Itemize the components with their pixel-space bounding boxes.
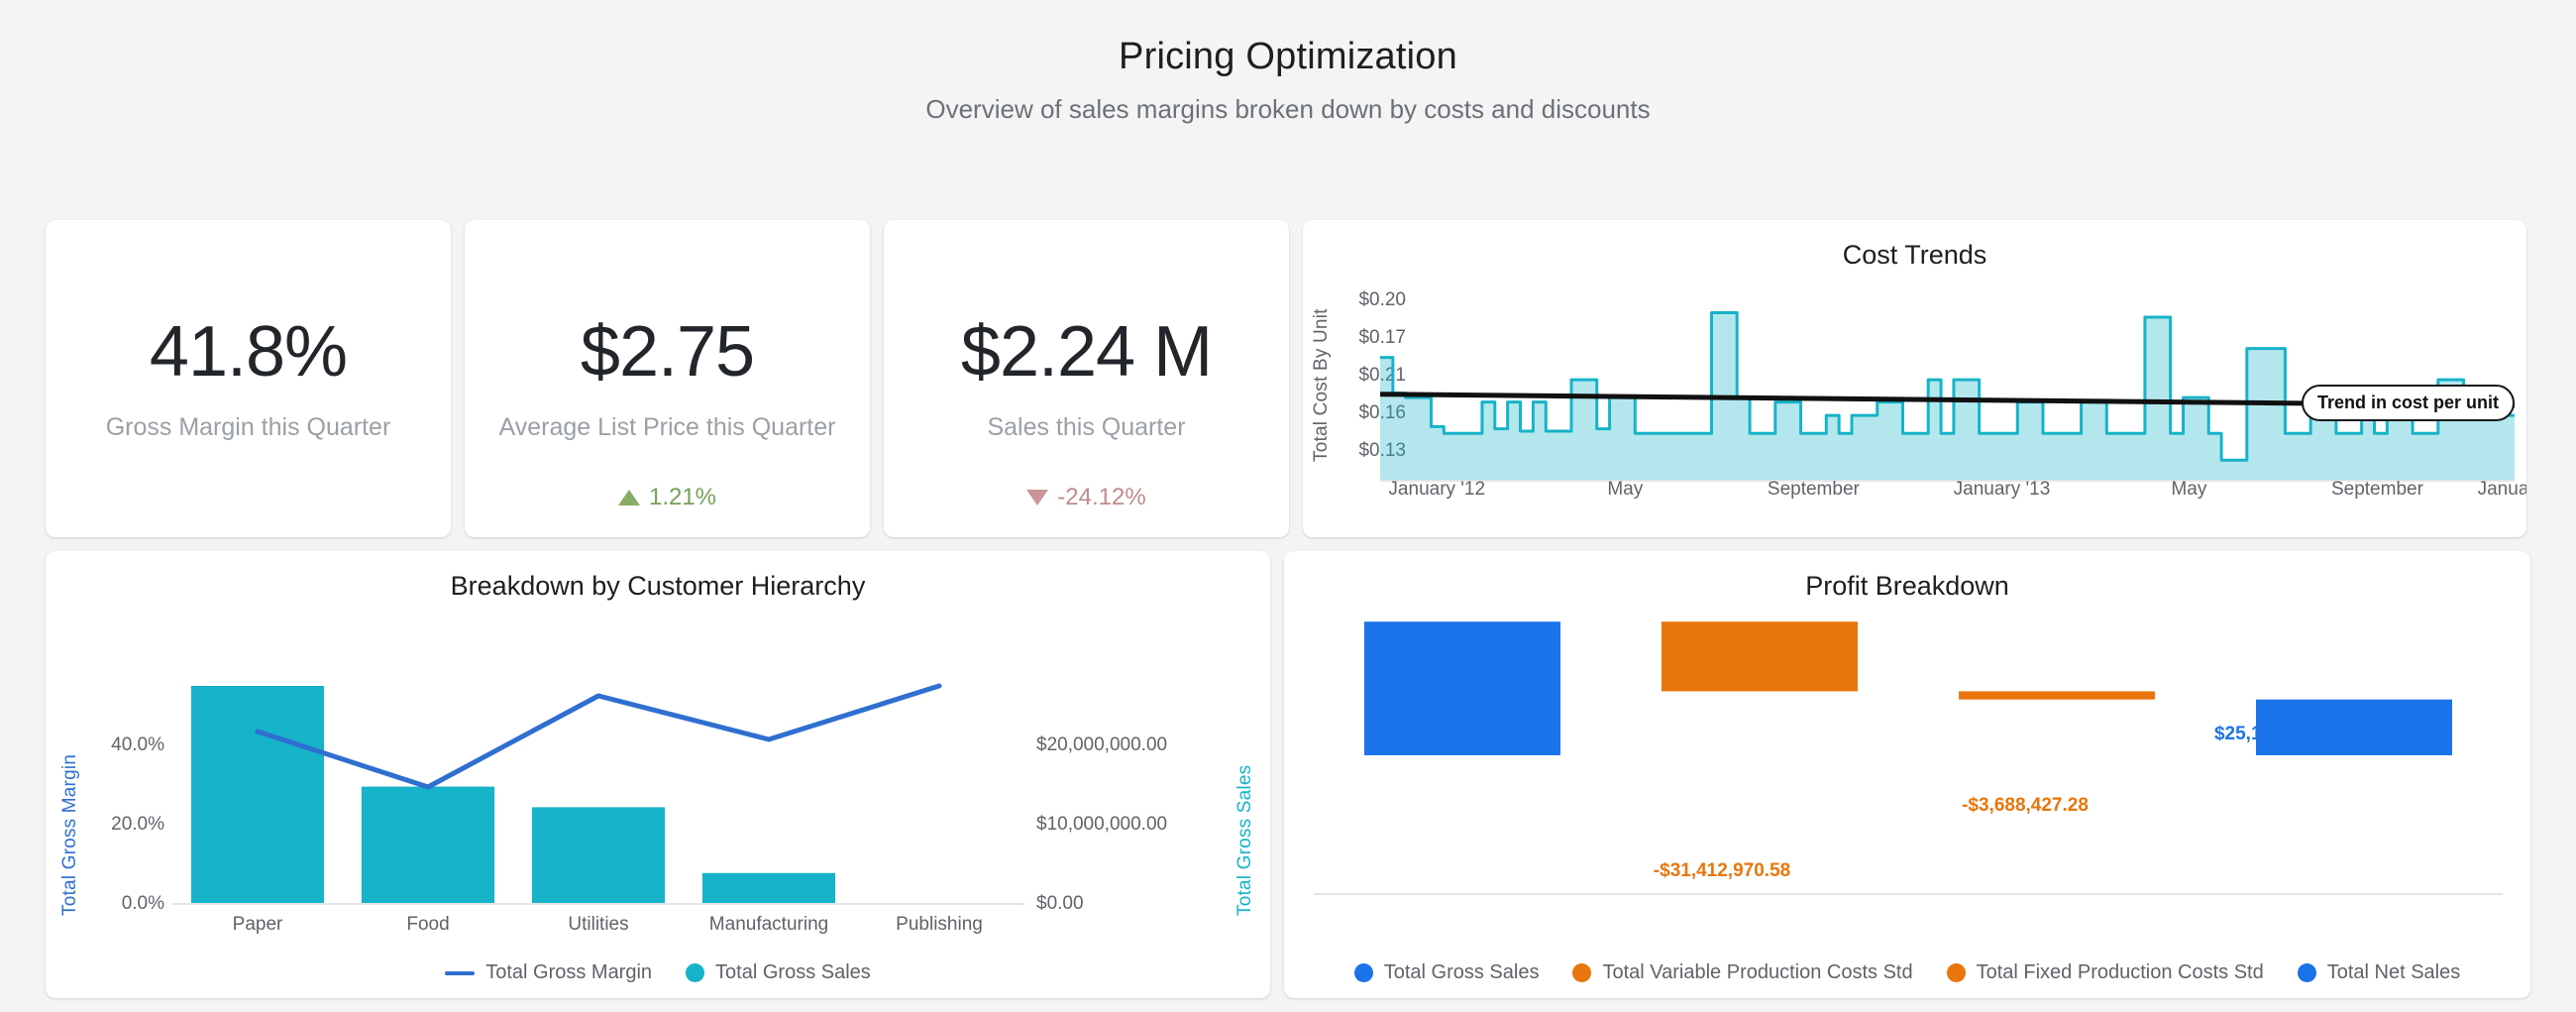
y-tick-right: $20,000,000.00 — [1036, 734, 1167, 756]
breakdown-svg — [172, 601, 1024, 908]
breakdown-left-ticks: 40.0% 20.0% 0.0% — [89, 601, 164, 918]
cost-trends-svg — [1380, 283, 2515, 482]
legend-item[interactable]: Total Gross Sales — [1354, 961, 1540, 984]
legend-dot-icon — [686, 963, 704, 982]
legend-item[interactable]: Total Fixed Production Costs Std — [1947, 961, 2264, 984]
kpi-value: $2.75 — [581, 316, 754, 388]
chart-card-breakdown-by-customer-hierarchy[interactable]: Breakdown by Customer Hierarchy Total Gr… — [46, 551, 1270, 998]
breakdown-plot: Total Gross Margin Total Gross Sales 40.… — [46, 601, 1270, 998]
y-tick-right: $10,000,000.00 — [1036, 814, 1167, 836]
legend-dot-icon — [1354, 963, 1373, 982]
trend-annotation-pill: Trend in cost per unit — [2302, 385, 2515, 421]
category-label: Manufacturing — [709, 914, 828, 936]
dashboard-grid: 41.8% Gross Margin this Quarter $2.75 Av… — [46, 220, 2530, 998]
kpi-value: $2.24 M — [961, 316, 1212, 388]
category-label: Publishing — [896, 914, 983, 936]
kpi-value: 41.8% — [150, 316, 347, 388]
page-title: Pricing Optimization — [0, 36, 2576, 78]
waterfall-value-label: $25,198,521.87 — [2214, 724, 2345, 745]
kpi-label: Gross Margin this Quarter — [106, 413, 391, 442]
category-label: Paper — [233, 914, 283, 936]
legend-label: Total Gross Sales — [1384, 961, 1540, 984]
legend-dot-icon — [1947, 963, 1966, 982]
breakdown-right-ticks: $20,000,000.00 $10,000,000.00 $0.00 — [1036, 601, 1225, 918]
cost-trends-x-ticks: January '12 May September January '13 Ma… — [1380, 479, 2515, 505]
waterfall-value-label: -$3,688,427.28 — [1962, 795, 2089, 817]
chart-title: Breakdown by Customer Hierarchy — [46, 551, 1270, 602]
cost-trends-plot: Total Cost By Unit $0.20 $0.17 $0.21 $0.… — [1303, 276, 2526, 537]
waterfall-value-label: -$31,412,970.58 — [1654, 860, 1790, 882]
legend-item[interactable]: Total Net Sales — [2298, 961, 2461, 984]
x-tick: January '12 — [1388, 479, 1485, 501]
kpi-delta: 1.21% — [465, 484, 870, 511]
y-tick-left: 20.0% — [111, 814, 164, 836]
legend-dot-icon — [1572, 963, 1591, 982]
breakdown-left-axis-label: Total Gross Margin — [59, 728, 81, 916]
legend-item[interactable]: Total Variable Production Costs Std — [1572, 961, 1912, 984]
waterfall-value-label: $60,299,919.74 — [1385, 644, 1516, 666]
dashboard-header: Pricing Optimization Overview of sales m… — [0, 0, 2576, 125]
legend-dot-icon — [2298, 963, 2316, 982]
x-tick: September — [1768, 479, 1860, 501]
x-tick: May — [1607, 479, 1643, 501]
kpi-label: Sales this Quarter — [987, 413, 1185, 442]
x-tick: May — [2171, 479, 2206, 501]
chart-card-profit-breakdown[interactable]: Profit Breakdown $60,299,919.74 -$31,412… — [1284, 551, 2530, 998]
legend-label: Total Fixed Production Costs Std — [1977, 961, 2264, 984]
dashboard-row-top: 41.8% Gross Margin this Quarter $2.75 Av… — [46, 220, 2530, 537]
page-subtitle: Overview of sales margins broken down by… — [0, 94, 2576, 125]
y-tick-right: $0.00 — [1036, 893, 1084, 915]
legend-line-icon — [445, 971, 475, 975]
kpi-delta-value: -24.12% — [1057, 484, 1145, 511]
kpi-label: Average List Price this Quarter — [499, 413, 836, 442]
legend-label: Total Gross Margin — [485, 961, 652, 984]
profit-breakdown-legend: Total Gross Sales Total Variable Product… — [1284, 961, 2530, 984]
x-tick: September — [2331, 479, 2423, 501]
dashboard-row-bottom: Breakdown by Customer Hierarchy Total Gr… — [46, 551, 2530, 998]
chart-card-cost-trends[interactable]: Cost Trends Total Cost By Unit $0.20 $0.… — [1303, 220, 2526, 537]
y-tick-left: 40.0% — [111, 734, 164, 756]
breakdown-category-labels: Paper Food Utilities Manufacturing Publi… — [172, 914, 1024, 938]
legend-label: Total Variable Production Costs Std — [1602, 961, 1912, 984]
category-label: Utilities — [568, 914, 628, 936]
cost-trends-y-axis-label: Total Cost By Unit — [1311, 293, 1333, 462]
x-tick: January '14 — [2478, 479, 2526, 501]
chart-title: Cost Trends — [1303, 220, 2526, 271]
y-tick-left: 0.0% — [122, 893, 164, 915]
category-label: Food — [406, 914, 449, 936]
kpi-delta: -24.12% — [884, 484, 1289, 511]
legend-item[interactable]: Total Gross Margin — [445, 961, 652, 984]
kpi-card-average-list-price[interactable]: $2.75 Average List Price this Quarter 1.… — [465, 220, 870, 537]
dashboard-page: Pricing Optimization Overview of sales m… — [0, 0, 2576, 1012]
legend-item[interactable]: Total Gross Sales — [686, 961, 871, 984]
triangle-down-icon — [1026, 490, 1048, 506]
breakdown-legend: Total Gross Margin Total Gross Sales — [46, 961, 1270, 984]
profit-breakdown-plot: $60,299,919.74 -$31,412,970.58 -$3,688,4… — [1284, 601, 2530, 998]
breakdown-right-axis-label: Total Gross Sales — [1234, 728, 1256, 916]
kpi-card-gross-margin[interactable]: 41.8% Gross Margin this Quarter — [46, 220, 451, 537]
legend-label: Total Gross Sales — [715, 961, 871, 984]
kpi-delta-value: 1.21% — [649, 484, 716, 511]
legend-label: Total Net Sales — [2327, 961, 2461, 984]
kpi-card-sales[interactable]: $2.24 M Sales this Quarter -24.12% — [884, 220, 1289, 537]
x-tick: January '13 — [1954, 479, 2051, 501]
chart-title: Profit Breakdown — [1284, 551, 2530, 602]
triangle-up-icon — [618, 490, 640, 506]
